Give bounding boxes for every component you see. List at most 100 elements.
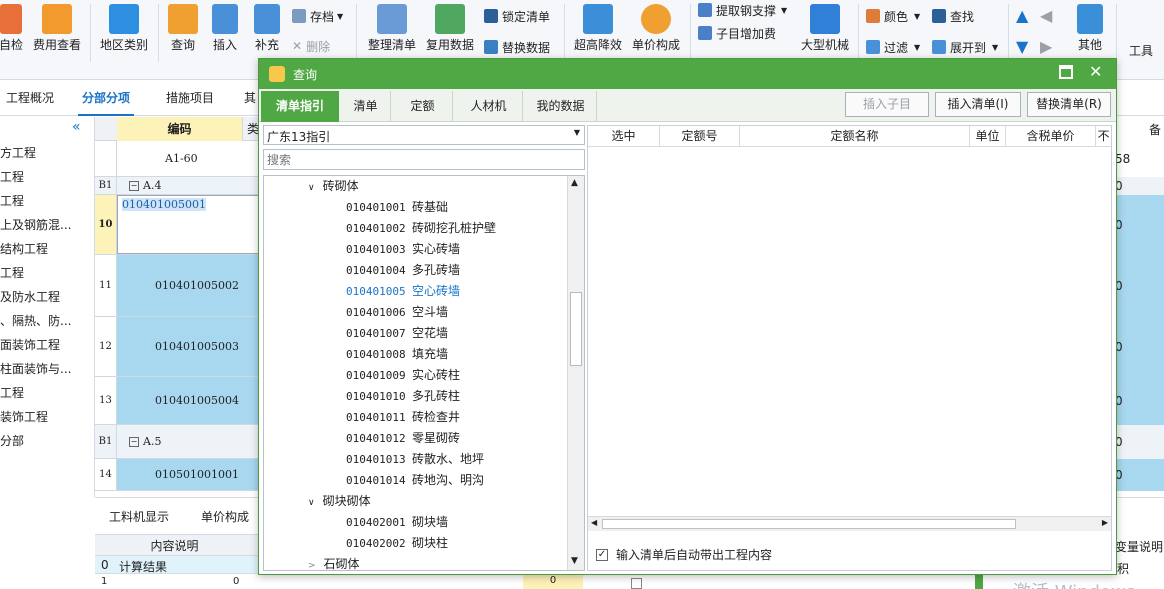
table-cell[interactable]: 0 bbox=[1115, 317, 1164, 377]
tab-unit-price[interactable]: 单价构成 bbox=[201, 508, 249, 525]
close-icon[interactable]: ✕ bbox=[1089, 62, 1102, 81]
tab-measures[interactable]: 措施项目 bbox=[162, 80, 218, 116]
table-cell[interactable]: 0 bbox=[1115, 425, 1164, 459]
tab-material-display[interactable]: 工料机显示 bbox=[109, 508, 169, 525]
tab-quota[interactable]: 定额 bbox=[393, 91, 453, 122]
tree-leaf-selected[interactable]: 010401005 空心砖墙 bbox=[346, 281, 460, 302]
delete-button[interactable]: ✕ 删除 bbox=[292, 36, 330, 56]
tree-leaf[interactable]: 010401008 填充墙 bbox=[346, 344, 448, 365]
tree-leaf[interactable]: 010401011 砖检查井 bbox=[346, 407, 460, 428]
maximize-icon[interactable] bbox=[1059, 65, 1073, 79]
color-button[interactable]: 颜色 ▼ bbox=[866, 6, 920, 26]
tree-node-block[interactable]: ∨ 砌块砌体 bbox=[308, 491, 371, 512]
column-header-unit-price[interactable]: 含税单价 bbox=[1006, 126, 1096, 146]
tree-node-brick[interactable]: ∨ 砖砌体 bbox=[308, 176, 359, 197]
tools-button[interactable]: 工具 bbox=[1122, 0, 1160, 80]
tree-leaf[interactable]: 010401004 多孔砖墙 bbox=[346, 260, 460, 281]
tree-item[interactable]: 面装饰工程 bbox=[0, 335, 60, 355]
tree-leaf[interactable]: 010402001 砌块墙 bbox=[346, 512, 448, 533]
replace-data-button[interactable]: 替换数据 bbox=[484, 37, 550, 57]
auto-content-checkbox-row[interactable]: ✓ 输入清单后自动带出工程内容 bbox=[596, 546, 772, 563]
move-up-button[interactable]: ▲ bbox=[1016, 5, 1028, 25]
search-input[interactable] bbox=[263, 149, 585, 170]
supplement-button[interactable]: 补充 bbox=[250, 0, 284, 62]
tree-leaf[interactable]: 010401010 多孔砖柱 bbox=[346, 386, 460, 407]
move-down-button[interactable]: ▼ bbox=[1016, 36, 1028, 56]
scroll-left-icon[interactable]: ◀ bbox=[591, 518, 597, 527]
lock-list-button[interactable]: 锁定清单 bbox=[484, 6, 550, 26]
tree-leaf[interactable]: 010401013 砖散水、地坪 bbox=[346, 449, 484, 470]
tab-sub-items[interactable]: 分部分项 bbox=[78, 80, 135, 116]
tab-my-data[interactable]: 我的数据 bbox=[525, 91, 597, 122]
filter-button[interactable]: 过滤 ▼ bbox=[866, 37, 920, 57]
collapse-toggle-icon[interactable]: − bbox=[129, 436, 139, 447]
find-button[interactable]: 查找 bbox=[932, 6, 974, 26]
guide-dropdown[interactable]: 广东13指引 ▼ bbox=[263, 125, 585, 145]
tree-leaf[interactable]: 010401002 砖砌挖孔桩护壁 bbox=[346, 218, 496, 239]
column-header-quota-name[interactable]: 定额名称 bbox=[740, 126, 970, 146]
region-category-button[interactable]: 地区类别 bbox=[96, 0, 152, 62]
large-machinery-button[interactable]: 大型机械 bbox=[796, 0, 854, 62]
tree-item[interactable]: 上及钢筋混... bbox=[0, 215, 71, 235]
table-row-section[interactable]: B1 − A.5 bbox=[95, 425, 260, 459]
column-header-code[interactable]: 编码 bbox=[117, 117, 243, 141]
scroll-right-icon[interactable]: ▶ bbox=[1102, 518, 1108, 527]
tree-item[interactable]: 装饰工程 bbox=[0, 407, 48, 427]
table-row[interactable]: A1-60 bbox=[95, 141, 260, 177]
table-row[interactable]: 13 010401005004 bbox=[95, 377, 260, 425]
tab-project-overview[interactable]: 工程概况 bbox=[2, 80, 58, 116]
scroll-down-icon[interactable]: ▼ bbox=[571, 556, 578, 566]
scrollbar-thumb[interactable] bbox=[602, 519, 1016, 529]
column-header-quota-no[interactable]: 定额号 bbox=[660, 126, 740, 146]
scroll-up-icon[interactable]: ▲ bbox=[571, 178, 578, 188]
insert-sub-item-button[interactable]: 插入子目 bbox=[845, 92, 929, 117]
move-right-button[interactable]: ▶ bbox=[1040, 36, 1052, 56]
tree-item[interactable]: 方工程 bbox=[0, 143, 36, 163]
table-row[interactable]: 1 0 bbox=[95, 574, 260, 589]
tree-node-stone[interactable]: > 石砌体 bbox=[308, 554, 360, 570]
query-button[interactable]: 查询 bbox=[166, 0, 200, 62]
tree-leaf[interactable]: 010401001 砖基础 bbox=[346, 197, 448, 218]
collapse-icon[interactable]: « bbox=[72, 119, 81, 135]
tree-leaf[interactable]: 010402002 砌块柱 bbox=[346, 533, 448, 554]
table-row-section[interactable]: B1 − A.4 bbox=[95, 177, 260, 195]
column-header-extra[interactable]: 不 bbox=[1096, 126, 1111, 146]
sub-item-fee-button[interactable]: 子目增加费 bbox=[698, 23, 776, 43]
insert-list-button[interactable]: 插入清单(I) bbox=[935, 92, 1021, 117]
tree-leaf[interactable]: 010401014 砖地沟、明沟 bbox=[346, 470, 484, 491]
cost-view-button[interactable]: 费用查看 bbox=[30, 0, 84, 62]
organize-list-button[interactable]: 整理清单 bbox=[364, 0, 420, 62]
tree-leaf[interactable]: 010401009 实心砖柱 bbox=[346, 365, 460, 386]
vertical-scrollbar[interactable]: ▲ ▼ bbox=[567, 176, 584, 570]
table-cell[interactable]: 0 bbox=[1115, 255, 1164, 317]
table-row-selected[interactable]: 10 010401005001 bbox=[95, 195, 260, 255]
collapse-toggle-icon[interactable]: − bbox=[129, 180, 139, 191]
table-cell[interactable]: 0 bbox=[1115, 377, 1164, 425]
tree-item[interactable]: 及防水工程 bbox=[0, 287, 60, 307]
tree-item[interactable]: 工程 bbox=[0, 263, 24, 283]
self-check-button[interactable]: 自检 bbox=[0, 0, 26, 62]
tree-item[interactable]: 分部 bbox=[0, 431, 24, 451]
tab-list-guide[interactable]: 清单指引 bbox=[261, 91, 339, 122]
tree-item[interactable]: 结构工程 bbox=[0, 239, 48, 259]
tree-leaf[interactable]: 010401006 空斗墙 bbox=[346, 302, 448, 323]
tab-other[interactable]: 其 bbox=[240, 80, 260, 116]
table-row[interactable]: 0 计算结果 bbox=[95, 556, 260, 574]
table-row[interactable]: 14 010501001001 bbox=[95, 459, 260, 491]
table-cell[interactable]: 0 bbox=[523, 575, 583, 589]
column-header-select[interactable]: 选中 bbox=[588, 126, 660, 146]
table-cell[interactable]: 0 bbox=[1115, 459, 1164, 491]
column-header-unit[interactable]: 单位 bbox=[970, 126, 1006, 146]
table-row[interactable]: 12 010401005003 bbox=[95, 317, 260, 377]
tab-list[interactable]: 清单 bbox=[341, 91, 391, 122]
super-high-button[interactable]: 超高降效 bbox=[570, 0, 626, 62]
extract-rebar-button[interactable]: 提取钢支撑 ▼ bbox=[698, 0, 787, 20]
tree-leaf[interactable]: 010401012 零星砌砖 bbox=[346, 428, 460, 449]
tree-item[interactable]: 工程 bbox=[0, 167, 24, 187]
tab-labor-material-machine[interactable]: 人材机 bbox=[455, 91, 523, 122]
scrollbar-thumb[interactable] bbox=[570, 292, 582, 366]
other-button[interactable]: 其他 bbox=[1070, 0, 1110, 62]
tree-leaf[interactable]: 010401007 空花墙 bbox=[346, 323, 448, 344]
horizontal-scrollbar[interactable]: ◀ ▶ bbox=[588, 516, 1111, 531]
checkbox[interactable] bbox=[631, 578, 642, 589]
